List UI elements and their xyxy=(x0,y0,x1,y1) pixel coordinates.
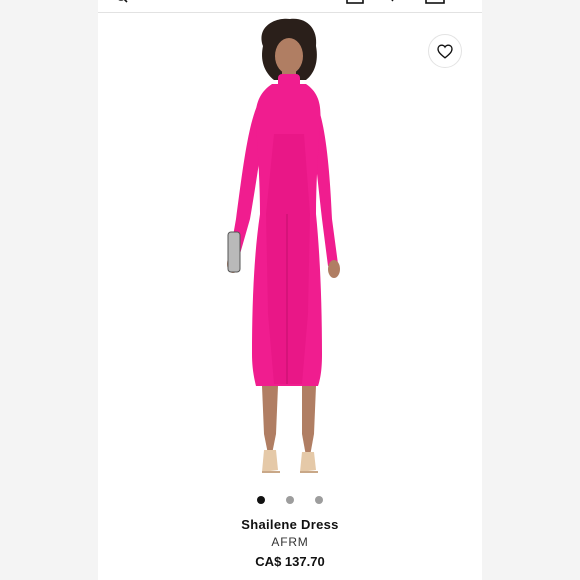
carousel-dot-3[interactable] xyxy=(315,496,323,504)
account-icon[interactable] xyxy=(346,0,364,4)
shopping-bag-icon[interactable] xyxy=(425,0,445,4)
wishlist-nav-icon[interactable] xyxy=(385,0,395,4)
heart-icon xyxy=(437,43,453,59)
product-name[interactable]: Shailene Dress xyxy=(98,516,482,533)
product-info: Shailene Dress AFRM CA$ 137.70 xyxy=(98,516,482,570)
carousel-dot-2[interactable] xyxy=(286,496,294,504)
search-icon[interactable] xyxy=(116,0,128,4)
carousel-dot-1[interactable] xyxy=(257,496,265,504)
product-brand[interactable]: AFRM xyxy=(98,535,482,550)
product-image[interactable] xyxy=(198,14,378,492)
favorite-button[interactable] xyxy=(428,34,462,68)
top-navigation-bar xyxy=(98,0,482,13)
product-price: CA$ 137.70 xyxy=(255,554,325,569)
product-card: Shailene Dress AFRM CA$ 137.70 xyxy=(98,0,482,580)
image-carousel-indicators xyxy=(98,494,482,506)
